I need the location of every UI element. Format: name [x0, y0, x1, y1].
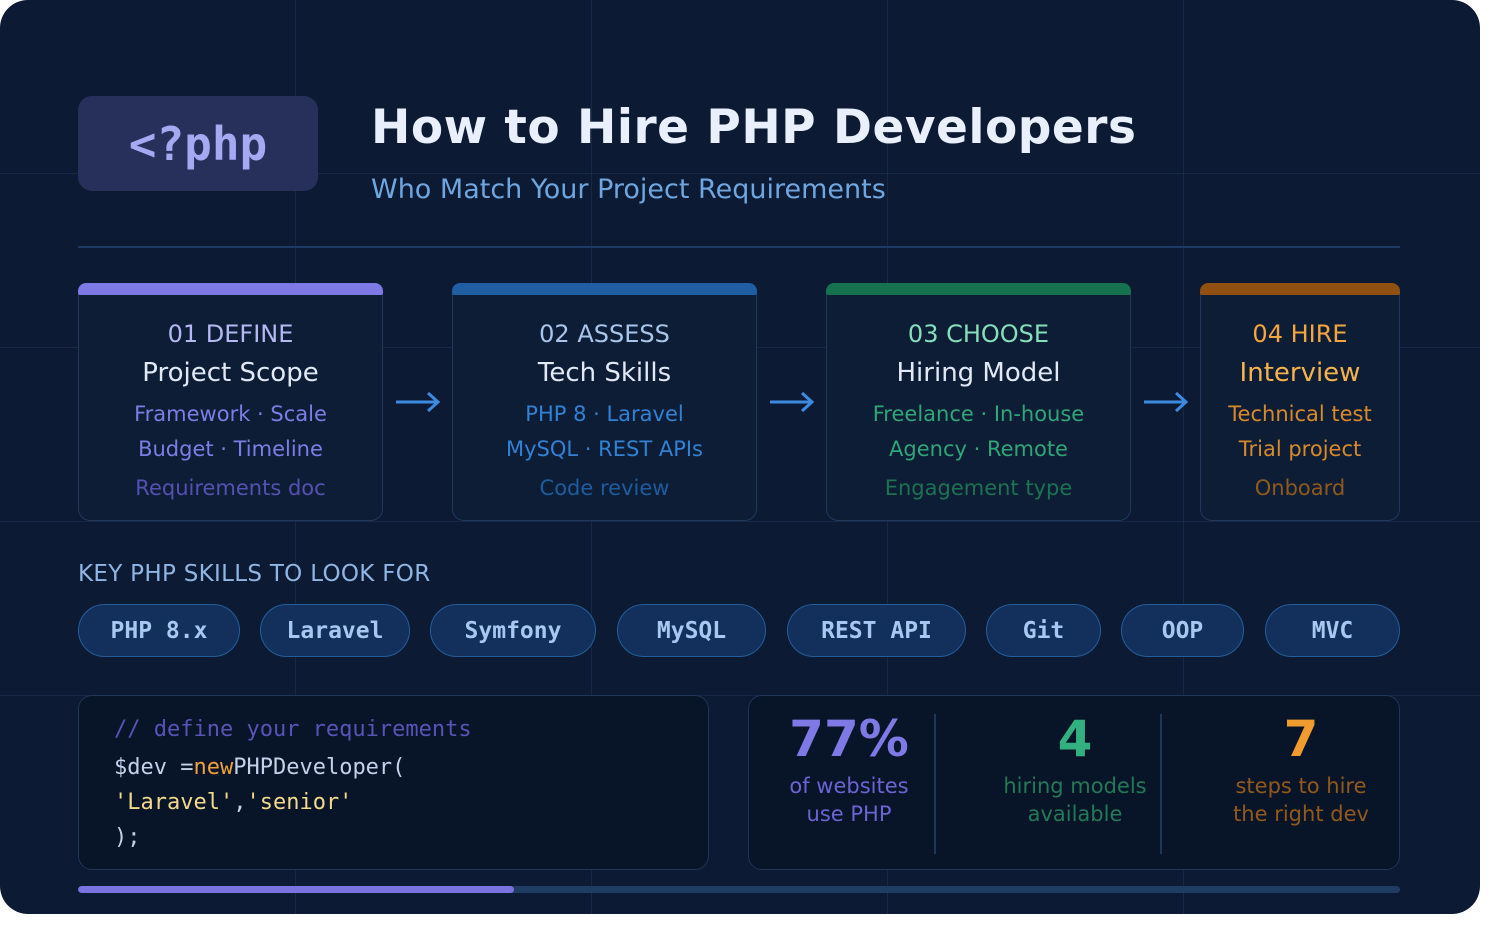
- step-detail: Code review: [539, 476, 670, 500]
- skill-chip: REST API: [787, 604, 966, 657]
- skill-chip: OOP: [1121, 604, 1244, 657]
- progress-bar: [78, 886, 1400, 893]
- progress-fill: [78, 886, 515, 893]
- step-card-hire: 04 HIRE Interview Technical test Trial p…: [1200, 283, 1400, 521]
- right-arrow-icon: [396, 391, 441, 413]
- php-logo-badge: <?php: [78, 96, 318, 191]
- page-title: How to Hire PHP Developers: [371, 100, 1137, 155]
- code-comment: // define your requirements: [114, 717, 472, 742]
- step-detail: Budget · Timeline: [138, 437, 323, 461]
- header-divider: [78, 246, 1400, 248]
- php-tag: <?php: [128, 116, 268, 171]
- step-number: 04 HIRE: [1252, 320, 1348, 348]
- step-accent-bar: [78, 283, 383, 295]
- code-variable: $dev =: [114, 755, 194, 780]
- code-keyword: new: [193, 755, 234, 780]
- stat-websites: 77% of websites use PHP: [749, 696, 949, 871]
- stat-value: 4: [1057, 710, 1093, 768]
- code-class: PHPDeveloper(: [233, 755, 406, 780]
- skill-chip: Laravel: [260, 604, 410, 657]
- skill-chip: Git: [986, 604, 1101, 657]
- code-line: $dev =newPHPDeveloper(: [114, 755, 405, 780]
- step-detail: Technical test: [1228, 402, 1372, 426]
- stat-label-line: steps to hire: [1235, 774, 1367, 798]
- step-title: Interview: [1239, 358, 1361, 388]
- right-arrow-icon: [770, 391, 815, 413]
- step-title: Hiring Model: [896, 358, 1061, 388]
- grid-line: [0, 521, 1480, 522]
- stat-label-line: hiring models: [1003, 774, 1147, 798]
- infographic-canvas: <?php How to Hire PHP Developers Who Mat…: [0, 0, 1480, 914]
- right-arrow-icon: [1144, 391, 1189, 413]
- step-number: 01 DEFINE: [167, 320, 294, 348]
- step-accent-bar: [452, 283, 757, 295]
- code-string: 'Laravel': [114, 790, 234, 815]
- stat-steps: 7 steps to hire the right dev: [1201, 696, 1401, 871]
- step-card-choose: 03 CHOOSE Hiring Model Freelance · In-ho…: [826, 283, 1131, 521]
- skill-chip: MVC: [1265, 604, 1400, 657]
- step-detail: Onboard: [1254, 476, 1346, 500]
- stat-label-line: of websites: [789, 774, 909, 798]
- step-title: Tech Skills: [537, 358, 672, 388]
- step-detail: Freelance · In-house: [872, 402, 1085, 426]
- step-accent-bar: [826, 283, 1131, 295]
- stats-panel: 77% of websites use PHP 4 hiring models …: [748, 695, 1400, 870]
- step-card-assess: 02 ASSESS Tech Skills PHP 8 · Laravel My…: [452, 283, 757, 521]
- step-number: 02 ASSESS: [539, 320, 670, 348]
- step-detail: PHP 8 · Laravel: [525, 402, 684, 426]
- page-subtitle: Who Match Your Project Requirements: [371, 174, 886, 205]
- stat-value: 7: [1283, 710, 1319, 768]
- step-detail: MySQL · REST APIs: [506, 437, 703, 461]
- stat-divider: [934, 714, 936, 854]
- code-snippet: // define your requirements $dev =newPHP…: [78, 695, 709, 870]
- skills-heading: KEY PHP SKILLS TO LOOK FOR: [78, 561, 431, 587]
- step-detail: Engagement type: [884, 476, 1073, 500]
- stat-label: of websites use PHP: [749, 772, 949, 828]
- skill-chip: Symfony: [430, 604, 596, 657]
- code-string: 'senior': [246, 790, 353, 815]
- skill-chip: MySQL: [617, 604, 766, 657]
- step-number: 03 CHOOSE: [907, 320, 1050, 348]
- code-line: 'Laravel','senior': [114, 790, 352, 815]
- step-detail: Requirements doc: [135, 476, 326, 500]
- step-detail: Agency · Remote: [889, 437, 1068, 461]
- stat-label-line: available: [1027, 802, 1123, 826]
- stat-label: hiring models available: [975, 772, 1175, 828]
- stat-label-line: use PHP: [806, 802, 892, 826]
- stat-label-line: the right dev: [1233, 802, 1369, 826]
- code-line: );: [114, 825, 141, 850]
- stat-value: 77%: [789, 710, 909, 768]
- step-card-define: 01 DEFINE Project Scope Framework · Scal…: [78, 283, 383, 521]
- stat-label: steps to hire the right dev: [1201, 772, 1401, 828]
- skill-chip: PHP 8.x: [78, 604, 240, 657]
- step-detail: Trial project: [1238, 437, 1362, 461]
- stat-models: 4 hiring models available: [975, 696, 1175, 871]
- step-detail: Framework · Scale: [134, 402, 327, 426]
- step-title: Project Scope: [142, 358, 319, 388]
- stat-divider: [1160, 714, 1162, 854]
- step-accent-bar: [1200, 283, 1400, 295]
- code-punct: ,: [233, 790, 247, 815]
